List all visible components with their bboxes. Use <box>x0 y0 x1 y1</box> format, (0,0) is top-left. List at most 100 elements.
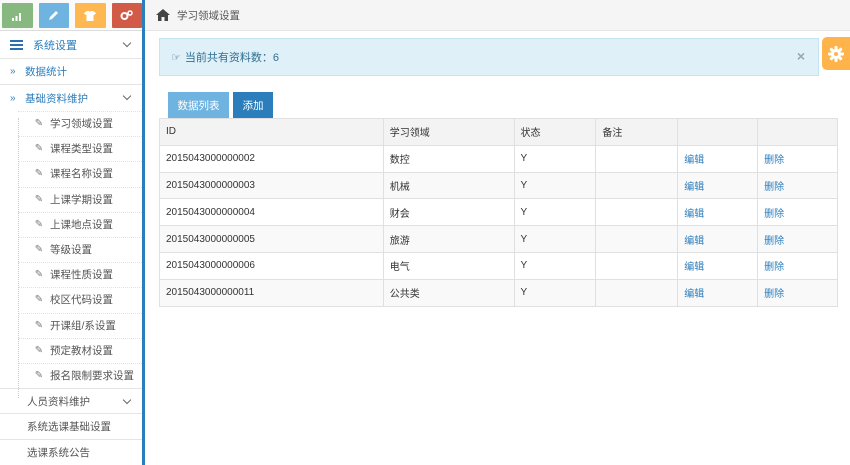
table-row: 2015043000000005 旅游 Y 编辑 删除 <box>159 225 838 253</box>
delete-link[interactable]: 删除 <box>764 155 784 166</box>
cell-id: 2015043000000006 <box>159 251 384 280</box>
column-header-field: 学习领域 <box>382 118 515 146</box>
sidebar-item-label: 基础资料维护 <box>25 92 88 105</box>
cell-status: Y <box>513 171 597 200</box>
sidebar-subitem-course-type[interactable]: ✎ 课程类型设置 <box>0 136 142 162</box>
delete-link[interactable]: 删除 <box>764 262 784 273</box>
pencil-icon: ✎ <box>34 369 44 381</box>
settings-toggle-button[interactable] <box>822 37 850 70</box>
pencil-icon: ✎ <box>34 319 44 331</box>
sidebar-subitem-level[interactable]: ✎ 等级设置 <box>0 236 142 263</box>
users-shortcut-button[interactable] <box>75 3 106 28</box>
edit-link[interactable]: 编辑 <box>684 155 704 166</box>
delete-link[interactable]: 删除 <box>764 236 784 247</box>
shirt-icon <box>84 11 97 21</box>
pencil-icon: ✎ <box>34 244 44 256</box>
pencil-icon: ✎ <box>34 118 44 130</box>
table-header-row: ID 学习领域 状态 备注 <box>159 118 838 146</box>
cell-note <box>595 198 679 227</box>
edit-shortcut-button[interactable] <box>38 3 69 28</box>
edit-link[interactable]: 编辑 <box>684 182 704 193</box>
cell-edit: 编辑 <box>677 278 759 307</box>
sidebar-subitem-label: 学习领域设置 <box>50 118 113 131</box>
cell-id: 2015043000000004 <box>159 198 384 227</box>
cell-status: Y <box>513 251 597 280</box>
delete-link[interactable]: 删除 <box>764 209 784 220</box>
cell-delete: 删除 <box>757 198 838 227</box>
column-header-status: 状态 <box>513 118 597 146</box>
sidebar-subitem-label: 课程名称设置 <box>50 168 113 181</box>
cell-id: 2015043000000011 <box>159 278 384 307</box>
cell-note <box>595 225 679 253</box>
sidebar-item-label: 数据统计 <box>25 66 67 78</box>
breadcrumb-title: 学习领域设置 <box>177 9 240 22</box>
column-header-id: ID <box>159 118 384 146</box>
sidebar-item-personnel[interactable]: 人员资料维护 <box>0 388 142 415</box>
sidebar: 系统设置 » 数据统计 » 基础资料维护 ✎ 学习领域设置 ✎ 课程类型设置 ✎ 课程… <box>0 0 145 465</box>
sidebar-item-basic-data[interactable]: » 基础资料维护 <box>0 85 142 111</box>
sidebar-header-label: 系统设置 <box>33 39 77 52</box>
sidebar-subitem-label: 预定教材设置 <box>50 344 113 357</box>
double-chevron-icon: » <box>10 66 16 77</box>
delete-link[interactable]: 删除 <box>764 182 784 193</box>
edit-link[interactable]: 编辑 <box>684 262 704 273</box>
sidebar-subitem-semester[interactable]: ✎ 上课学期设置 <box>0 186 142 212</box>
sidebar-item-course-selection-settings[interactable]: 系统选课基础设置 <box>0 414 142 441</box>
cell-id: 2015043000000002 <box>159 144 384 173</box>
sidebar-subitem-label: 课程类型设置 <box>50 143 113 156</box>
table-row: 2015043000000011 公共类 Y 编辑 删除 <box>159 278 838 307</box>
sidebar-subitem-campus-code[interactable]: ✎ 校区代码设置 <box>0 287 142 313</box>
sidebar-subitem-course-name[interactable]: ✎ 课程名称设置 <box>0 161 142 187</box>
edit-link[interactable]: 编辑 <box>684 289 704 300</box>
cell-note <box>595 144 679 173</box>
sidebar-subitem-enroll-limit[interactable]: ✎ 报名限制要求设置 <box>0 362 142 389</box>
gear-icon <box>828 45 844 62</box>
close-icon[interactable]: × <box>797 48 805 64</box>
info-alert: ☞ 当前共有资料数：6 × <box>159 38 819 76</box>
sidebar-item-statistics[interactable]: » 数据统计 <box>0 59 142 85</box>
sidebar-active-edge <box>142 0 145 465</box>
cell-id: 2015043000000003 <box>159 171 384 200</box>
cell-delete: 删除 <box>757 225 838 253</box>
cell-edit: 编辑 <box>677 171 759 200</box>
add-button[interactable]: 添加 <box>233 92 273 118</box>
chevron-down-icon <box>122 395 132 405</box>
sidebar-subitem-label: 校区代码设置 <box>50 294 113 307</box>
cell-status: Y <box>513 278 597 307</box>
tree-guide-line <box>18 118 19 398</box>
cell-status: Y <box>513 198 597 227</box>
sidebar-subitem-textbook[interactable]: ✎ 预定教材设置 <box>0 337 142 363</box>
cell-field: 电气 <box>382 251 515 280</box>
cell-field: 机械 <box>382 171 515 200</box>
sidebar-subitem-location[interactable]: ✎ 上课地点设置 <box>0 211 142 237</box>
sidebar-item-label: 系统选课基础设置 <box>27 421 111 434</box>
edit-link[interactable]: 编辑 <box>684 236 704 247</box>
delete-link[interactable]: 删除 <box>764 289 784 300</box>
home-icon[interactable] <box>156 9 170 21</box>
cell-delete: 删除 <box>757 251 838 280</box>
sidebar-header-system-settings[interactable]: 系统设置 <box>0 31 142 59</box>
pencil-icon: ✎ <box>34 218 44 230</box>
cell-edit: 编辑 <box>677 198 759 227</box>
edit-link[interactable]: 编辑 <box>684 209 704 220</box>
settings-shortcut-button[interactable] <box>111 3 142 28</box>
pencil-icon: ✎ <box>34 168 44 180</box>
pencil-icon: ✎ <box>34 344 44 356</box>
chevron-down-icon <box>122 91 132 101</box>
cell-delete: 删除 <box>757 144 838 173</box>
sidebar-subitem-course-nature[interactable]: ✎ 课程性质设置 <box>0 262 142 288</box>
cell-edit: 编辑 <box>677 225 759 253</box>
data-list-button[interactable]: 数据列表 <box>168 92 229 118</box>
sidebar-item-announcements[interactable]: 选课系统公告 <box>0 440 142 465</box>
cell-status: Y <box>513 225 597 253</box>
stats-shortcut-button[interactable] <box>2 3 33 28</box>
sidebar-subitem-field-settings[interactable]: ✎ 学习领域设置 <box>0 111 142 137</box>
double-chevron-icon: » <box>10 92 16 104</box>
pencil-icon <box>49 11 59 20</box>
sidebar-subitem-department[interactable]: ✎ 开课组/系设置 <box>0 312 142 338</box>
list-icon <box>10 39 23 50</box>
cogs-icon <box>120 10 133 20</box>
sidebar-subitem-label: 上课地点设置 <box>50 218 113 231</box>
table-row: 2015043000000004 财会 Y 编辑 删除 <box>159 198 838 227</box>
cell-edit: 编辑 <box>677 144 759 173</box>
